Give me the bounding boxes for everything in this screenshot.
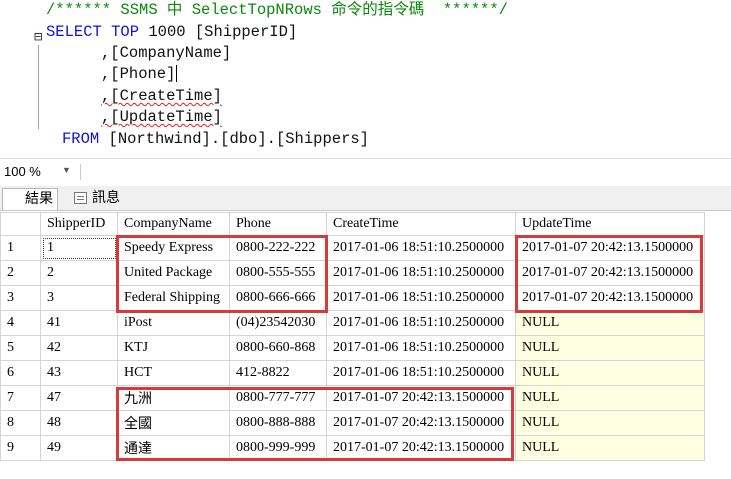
cell-updatetime[interactable]: 2017-01-07 20:42:13.1500000 — [515, 235, 705, 261]
row-number[interactable]: 2 — [0, 260, 41, 286]
cell-shipperid[interactable]: 47 — [40, 385, 118, 411]
cell-createtime[interactable]: 2017-01-06 18:51:10.2500000 — [326, 235, 516, 261]
table-row[interactable]: 5 42 KTJ 0800-660-868 2017-01-06 18:51:1… — [0, 335, 705, 361]
tab-messages-label: 訊息 — [92, 190, 120, 206]
cell-phone[interactable]: 0800-222-222 — [229, 235, 327, 261]
column-header[interactable]: ShipperID — [40, 212, 118, 236]
row-number[interactable]: 6 — [0, 360, 41, 386]
cell-companyname[interactable]: Federal Shipping — [117, 285, 230, 311]
table-row[interactable]: 1 1 Speedy Express 0800-222-222 2017-01-… — [0, 235, 705, 261]
column-header[interactable]: UpdateTime — [515, 212, 705, 236]
table-row[interactable]: 8 48 全國 0800-888-888 2017-01-07 20:42:13… — [0, 410, 705, 436]
comment-line: /****** SSMS 中 SelectTopNRows 命令的指令碼 ***… — [46, 1, 508, 19]
cell-companyname[interactable]: 全國 — [117, 410, 230, 436]
text-caret — [176, 65, 178, 83]
table-row[interactable]: 3 3 Federal Shipping 0800-666-666 2017-0… — [0, 285, 705, 311]
cell-phone[interactable]: 0800-888-888 — [229, 410, 327, 436]
column-line-phone: ,[Phone] — [101, 65, 178, 83]
tab-results-label: 結果 — [25, 191, 53, 207]
table-row[interactable]: 4 41 iPost (04)23542030 2017-01-06 18:51… — [0, 310, 705, 336]
row-number[interactable]: 1 — [0, 235, 41, 261]
cell-createtime[interactable]: 2017-01-06 18:51:10.2500000 — [326, 310, 516, 336]
cell-shipperid[interactable]: 41 — [40, 310, 118, 336]
column-header[interactable]: CreateTime — [326, 212, 516, 236]
corner-cell[interactable] — [0, 212, 41, 236]
row-number[interactable]: 9 — [0, 435, 41, 461]
zoom-divider — [80, 164, 81, 180]
cell-phone[interactable]: 0800-999-999 — [229, 435, 327, 461]
tab-results[interactable]: 結果 — [2, 188, 58, 413]
zoom-level[interactable]: 100 % — [4, 164, 41, 179]
cell-companyname[interactable]: Speedy Express — [117, 235, 230, 261]
table-row[interactable]: 6 43 HCT 412-8822 2017-01-06 18:51:10.25… — [0, 360, 705, 386]
row-number[interactable]: 8 — [0, 410, 41, 436]
result-tabs: 結果 訊息 — [0, 186, 731, 413]
cell-createtime[interactable]: 2017-01-07 20:42:13.1500000 — [326, 410, 516, 436]
cell-updatetime[interactable]: 2017-01-07 20:42:13.1500000 — [515, 260, 705, 286]
cell-phone[interactable]: (04)23542030 — [229, 310, 327, 336]
cell-companyname[interactable]: United Package — [117, 260, 230, 286]
cell-shipperid[interactable]: 1 — [40, 235, 118, 261]
cell-createtime[interactable]: 2017-01-07 20:42:13.1500000 — [326, 385, 516, 411]
message-icon — [74, 192, 87, 204]
cell-shipperid[interactable]: 42 — [40, 335, 118, 361]
cell-updatetime[interactable]: 2017-01-07 20:42:13.1500000 — [515, 285, 705, 311]
from-line: FROM [Northwind].[dbo].[Shippers] — [62, 130, 369, 148]
cell-shipperid[interactable]: 2 — [40, 260, 118, 286]
cell-phone[interactable]: 0800-660-868 — [229, 335, 327, 361]
table-row[interactable]: 9 49 通達 0800-999-999 2017-01-07 20:42:13… — [0, 435, 705, 461]
sql-editor[interactable]: /****** SSMS 中 SelectTopNRows 命令的指令碼 ***… — [0, 0, 731, 155]
cell-createtime[interactable]: 2017-01-06 18:51:10.2500000 — [326, 335, 516, 361]
cell-companyname[interactable]: 九洲 — [117, 385, 230, 411]
cell-createtime[interactable]: 2017-01-06 18:51:10.2500000 — [326, 360, 516, 386]
tab-messages[interactable]: 訊息 — [70, 188, 124, 209]
column-header[interactable]: Phone — [229, 212, 327, 236]
cell-shipperid[interactable]: 3 — [40, 285, 118, 311]
results-grid[interactable]: ShipperID CompanyName Phone CreateTime U… — [0, 212, 705, 461]
cell-updatetime[interactable]: NULL — [515, 410, 705, 436]
cell-createtime[interactable]: 2017-01-06 18:51:10.2500000 — [326, 285, 516, 311]
cell-companyname[interactable]: 通達 — [117, 435, 230, 461]
cell-phone[interactable]: 0800-777-777 — [229, 385, 327, 411]
cell-updatetime[interactable]: NULL — [515, 310, 705, 336]
cell-phone[interactable]: 0800-666-666 — [229, 285, 327, 311]
column-line-createtime: ,[CreateTime] — [101, 87, 222, 105]
cell-shipperid[interactable]: 43 — [40, 360, 118, 386]
cell-updatetime[interactable]: NULL — [515, 335, 705, 361]
zoom-bar: 100 % ▼ — [0, 158, 731, 185]
column-header[interactable]: CompanyName — [117, 212, 230, 236]
select-line: SELECT TOP 1000 [ShipperID] — [46, 23, 298, 41]
cell-companyname[interactable]: iPost — [117, 310, 230, 336]
cell-phone[interactable]: 0800-555-555 — [229, 260, 327, 286]
column-line-updatetime: ,[UpdateTime] — [101, 108, 222, 126]
header-row: ShipperID CompanyName Phone CreateTime U… — [0, 212, 705, 236]
fold-guide — [38, 45, 39, 129]
collapse-icon[interactable]: ⊟ — [34, 29, 42, 46]
table-row[interactable]: 2 2 United Package 0800-555-555 2017-01-… — [0, 260, 705, 286]
cell-updatetime[interactable]: NULL — [515, 385, 705, 411]
cell-companyname[interactable]: KTJ — [117, 335, 230, 361]
cell-updatetime[interactable]: NULL — [515, 435, 705, 461]
cell-companyname[interactable]: HCT — [117, 360, 230, 386]
row-number[interactable]: 3 — [0, 285, 41, 311]
cell-updatetime[interactable]: NULL — [515, 360, 705, 386]
row-number[interactable]: 4 — [0, 310, 41, 336]
column-line-companyname: ,[CompanyName] — [101, 44, 232, 62]
cell-createtime[interactable]: 2017-01-06 18:51:10.2500000 — [326, 260, 516, 286]
row-number[interactable]: 7 — [0, 385, 41, 411]
table-row[interactable]: 7 47 九洲 0800-777-777 2017-01-07 20:42:13… — [0, 385, 705, 411]
cell-shipperid[interactable]: 49 — [40, 435, 118, 461]
cell-createtime[interactable]: 2017-01-07 20:42:13.1500000 — [326, 435, 516, 461]
cell-phone[interactable]: 412-8822 — [229, 360, 327, 386]
cell-shipperid[interactable]: 48 — [40, 410, 118, 436]
row-number[interactable]: 5 — [0, 335, 41, 361]
chevron-down-icon[interactable]: ▼ — [62, 165, 71, 175]
